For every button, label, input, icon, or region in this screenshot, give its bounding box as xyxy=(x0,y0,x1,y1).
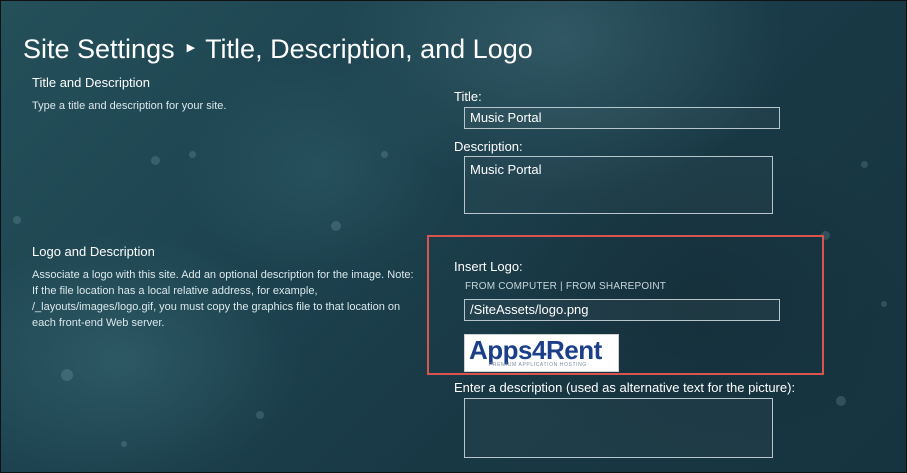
from-sharepoint-link[interactable]: FROM SHAREPOINT xyxy=(566,281,666,292)
from-computer-link[interactable]: FROM COMPUTER xyxy=(465,281,557,292)
logo-brand-text: Apps4Rent xyxy=(469,335,602,365)
alt-text-textarea[interactable] xyxy=(464,398,773,458)
background-droplet xyxy=(121,441,127,447)
title-section-heading: Title and Description xyxy=(32,75,151,90)
logo-section-heading: Logo and Description xyxy=(32,244,155,259)
page-background: Site Settings ▶ Title, Description, and Lo… xyxy=(0,0,907,473)
logo-section-description: Associate a logo with this site. Add an … xyxy=(32,269,414,329)
logo-tagline: PREMIUM APPLICATION HOSTING xyxy=(489,362,587,368)
title-label: Title: xyxy=(454,89,482,104)
page-title: Site Settings ▶ Title, Description, and Lo… xyxy=(23,34,533,65)
logo-source-links: FROM COMPUTER | FROM SHAREPOINT xyxy=(465,281,666,292)
logo-preview: Apps4Rent PREMIUM APPLICATION HOSTING xyxy=(464,334,619,372)
background-droplet xyxy=(331,221,341,231)
background-droplet xyxy=(189,151,196,158)
triangle-right-icon: ▶ xyxy=(186,42,196,55)
insert-logo-label: Insert Logo: xyxy=(454,259,523,274)
background-droplet xyxy=(61,369,73,381)
background-droplet xyxy=(151,156,160,165)
alt-text-label: Enter a description (used as alternative… xyxy=(454,380,796,395)
description-textarea[interactable]: Music Portal xyxy=(464,156,773,214)
background-droplet xyxy=(861,161,868,168)
breadcrumb-current: Title, Description, and Logo xyxy=(205,34,533,64)
background-droplet xyxy=(881,301,887,307)
link-separator: | xyxy=(560,281,563,292)
breadcrumb-site-settings[interactable]: Site Settings xyxy=(23,34,175,64)
logo-url-input[interactable] xyxy=(464,299,780,321)
title-input[interactable] xyxy=(464,107,780,129)
description-label: Description: xyxy=(454,139,523,154)
background-droplet xyxy=(13,216,21,224)
background-droplet xyxy=(381,151,388,158)
title-section-description: Type a title and description for your si… xyxy=(32,100,227,112)
background-droplet xyxy=(836,396,846,406)
background-droplet xyxy=(256,411,264,419)
